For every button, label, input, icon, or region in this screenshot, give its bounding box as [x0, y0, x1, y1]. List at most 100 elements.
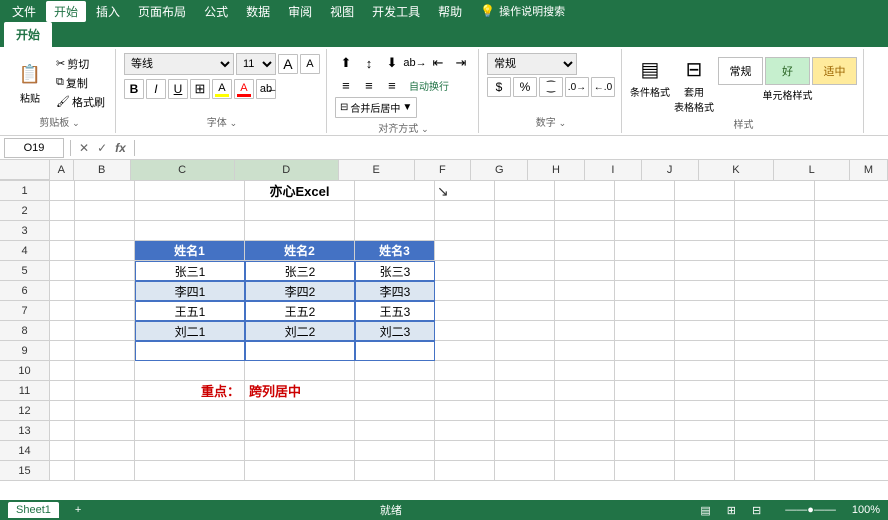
cell-h9[interactable] [555, 341, 615, 361]
col-header-h[interactable]: H [528, 160, 585, 180]
cell-i3[interactable] [615, 221, 675, 241]
cell-c14[interactable] [135, 441, 245, 461]
cell-h2[interactable] [555, 201, 615, 221]
cell-l1[interactable] [815, 181, 888, 201]
cell-f2[interactable] [435, 201, 495, 221]
cell-a1[interactable] [50, 181, 75, 201]
cancel-formula-icon[interactable]: ✕ [77, 139, 91, 157]
tab-home[interactable]: 开始 [4, 22, 52, 47]
cell-g14[interactable] [495, 441, 555, 461]
cell-b12[interactable] [75, 401, 135, 421]
row-header-14[interactable]: 14 [0, 441, 50, 461]
cell-f11[interactable] [435, 381, 495, 401]
cell-f1[interactable]: ↘ [435, 181, 495, 201]
table-format-icon[interactable]: ⊟ [686, 57, 703, 82]
cell-b3[interactable] [75, 221, 135, 241]
cell-i15[interactable] [615, 461, 675, 481]
cell-i1[interactable] [615, 181, 675, 201]
view-layout[interactable]: ⊞ [727, 504, 736, 517]
cell-e11[interactable] [355, 381, 435, 401]
cell-c12[interactable] [135, 401, 245, 421]
cell-c15[interactable] [135, 461, 245, 481]
menu-home[interactable]: 开始 [46, 1, 86, 22]
cell-b7[interactable] [75, 301, 135, 321]
cell-i8[interactable] [615, 321, 675, 341]
cell-h13[interactable] [555, 421, 615, 441]
cell-h1[interactable] [555, 181, 615, 201]
cell-a12[interactable] [50, 401, 75, 421]
menu-file[interactable]: 文件 [4, 1, 44, 22]
cell-h5[interactable] [555, 261, 615, 281]
cell-d15[interactable] [245, 461, 355, 481]
percent-button[interactable]: % [513, 77, 537, 97]
cell-j2[interactable] [675, 201, 735, 221]
strikethrough-button[interactable]: ab̶ [256, 79, 276, 99]
row-header-4[interactable]: 4 [0, 241, 50, 261]
cell-l7[interactable] [815, 301, 888, 321]
cell-k9[interactable] [735, 341, 815, 361]
cell-l14[interactable] [815, 441, 888, 461]
font-name-select[interactable]: 等线 [124, 53, 234, 75]
cell-f3[interactable] [435, 221, 495, 241]
menu-review[interactable]: 审阅 [280, 1, 320, 22]
cell-d2[interactable] [245, 201, 355, 221]
cell-e7[interactable]: 王五3 [355, 301, 435, 321]
increase-font-button[interactable]: A [278, 54, 298, 74]
cell-k5[interactable] [735, 261, 815, 281]
cell-h6[interactable] [555, 281, 615, 301]
number-format-select[interactable]: 常规 [487, 53, 577, 75]
align-top-button[interactable]: ⬆ [335, 53, 357, 73]
cell-e15[interactable] [355, 461, 435, 481]
cell-k15[interactable] [735, 461, 815, 481]
cell-e4[interactable]: 姓名3 [355, 241, 435, 261]
indent-decrease-button[interactable]: ⇤ [427, 53, 449, 73]
cell-f15[interactable] [435, 461, 495, 481]
cell-g6[interactable] [495, 281, 555, 301]
menu-help[interactable]: 帮助 [430, 1, 470, 22]
cell-e1[interactable] [355, 181, 435, 201]
cell-i6[interactable] [615, 281, 675, 301]
menu-layout[interactable]: 页面布局 [130, 1, 194, 22]
cell-d9[interactable] [245, 341, 355, 361]
cell-j4[interactable] [675, 241, 735, 261]
cell-a10[interactable] [50, 361, 75, 381]
cell-b2[interactable] [75, 201, 135, 221]
cell-j13[interactable] [675, 421, 735, 441]
col-header-l[interactable]: L [774, 160, 850, 180]
cell-k7[interactable] [735, 301, 815, 321]
cell-e12[interactable] [355, 401, 435, 421]
row-header-7[interactable]: 7 [0, 301, 50, 321]
decrease-decimal-button[interactable]: ←.0 [591, 77, 615, 97]
cell-j9[interactable] [675, 341, 735, 361]
preview-good[interactable]: 好 [765, 57, 810, 85]
row-header-11[interactable]: 11 [0, 381, 50, 401]
cell-j14[interactable] [675, 441, 735, 461]
cell-f5[interactable] [435, 261, 495, 281]
cell-e10[interactable] [355, 361, 435, 381]
cell-c13[interactable] [135, 421, 245, 441]
row-header-12[interactable]: 12 [0, 401, 50, 421]
cell-h4[interactable] [555, 241, 615, 261]
cell-d7[interactable]: 王五2 [245, 301, 355, 321]
cell-a4[interactable] [50, 241, 75, 261]
copy-button[interactable]: ⧉ 复制 [52, 74, 109, 92]
cell-a14[interactable] [50, 441, 75, 461]
col-header-c[interactable]: C [131, 160, 235, 180]
wrap-text-button[interactable]: 自动换行 [404, 75, 454, 95]
merge-center-button[interactable]: ⊟ 合并后居中 ▼ [335, 97, 417, 118]
sheet-tab-1[interactable]: Sheet1 [8, 502, 59, 518]
align-middle-button[interactable]: ↕ [358, 53, 380, 73]
cell-j7[interactable] [675, 301, 735, 321]
cell-c8[interactable]: 刘二1 [135, 321, 245, 341]
cell-a5[interactable] [50, 261, 75, 281]
cell-d6[interactable]: 李四2 [245, 281, 355, 301]
cell-l13[interactable] [815, 421, 888, 441]
cell-d5[interactable]: 张三2 [245, 261, 355, 281]
cell-c2[interactable] [135, 201, 245, 221]
cell-g13[interactable] [495, 421, 555, 441]
cell-i11[interactable] [615, 381, 675, 401]
cell-c9[interactable] [135, 341, 245, 361]
bold-button[interactable]: B [124, 79, 144, 99]
cell-d12[interactable] [245, 401, 355, 421]
cell-l5[interactable] [815, 261, 888, 281]
